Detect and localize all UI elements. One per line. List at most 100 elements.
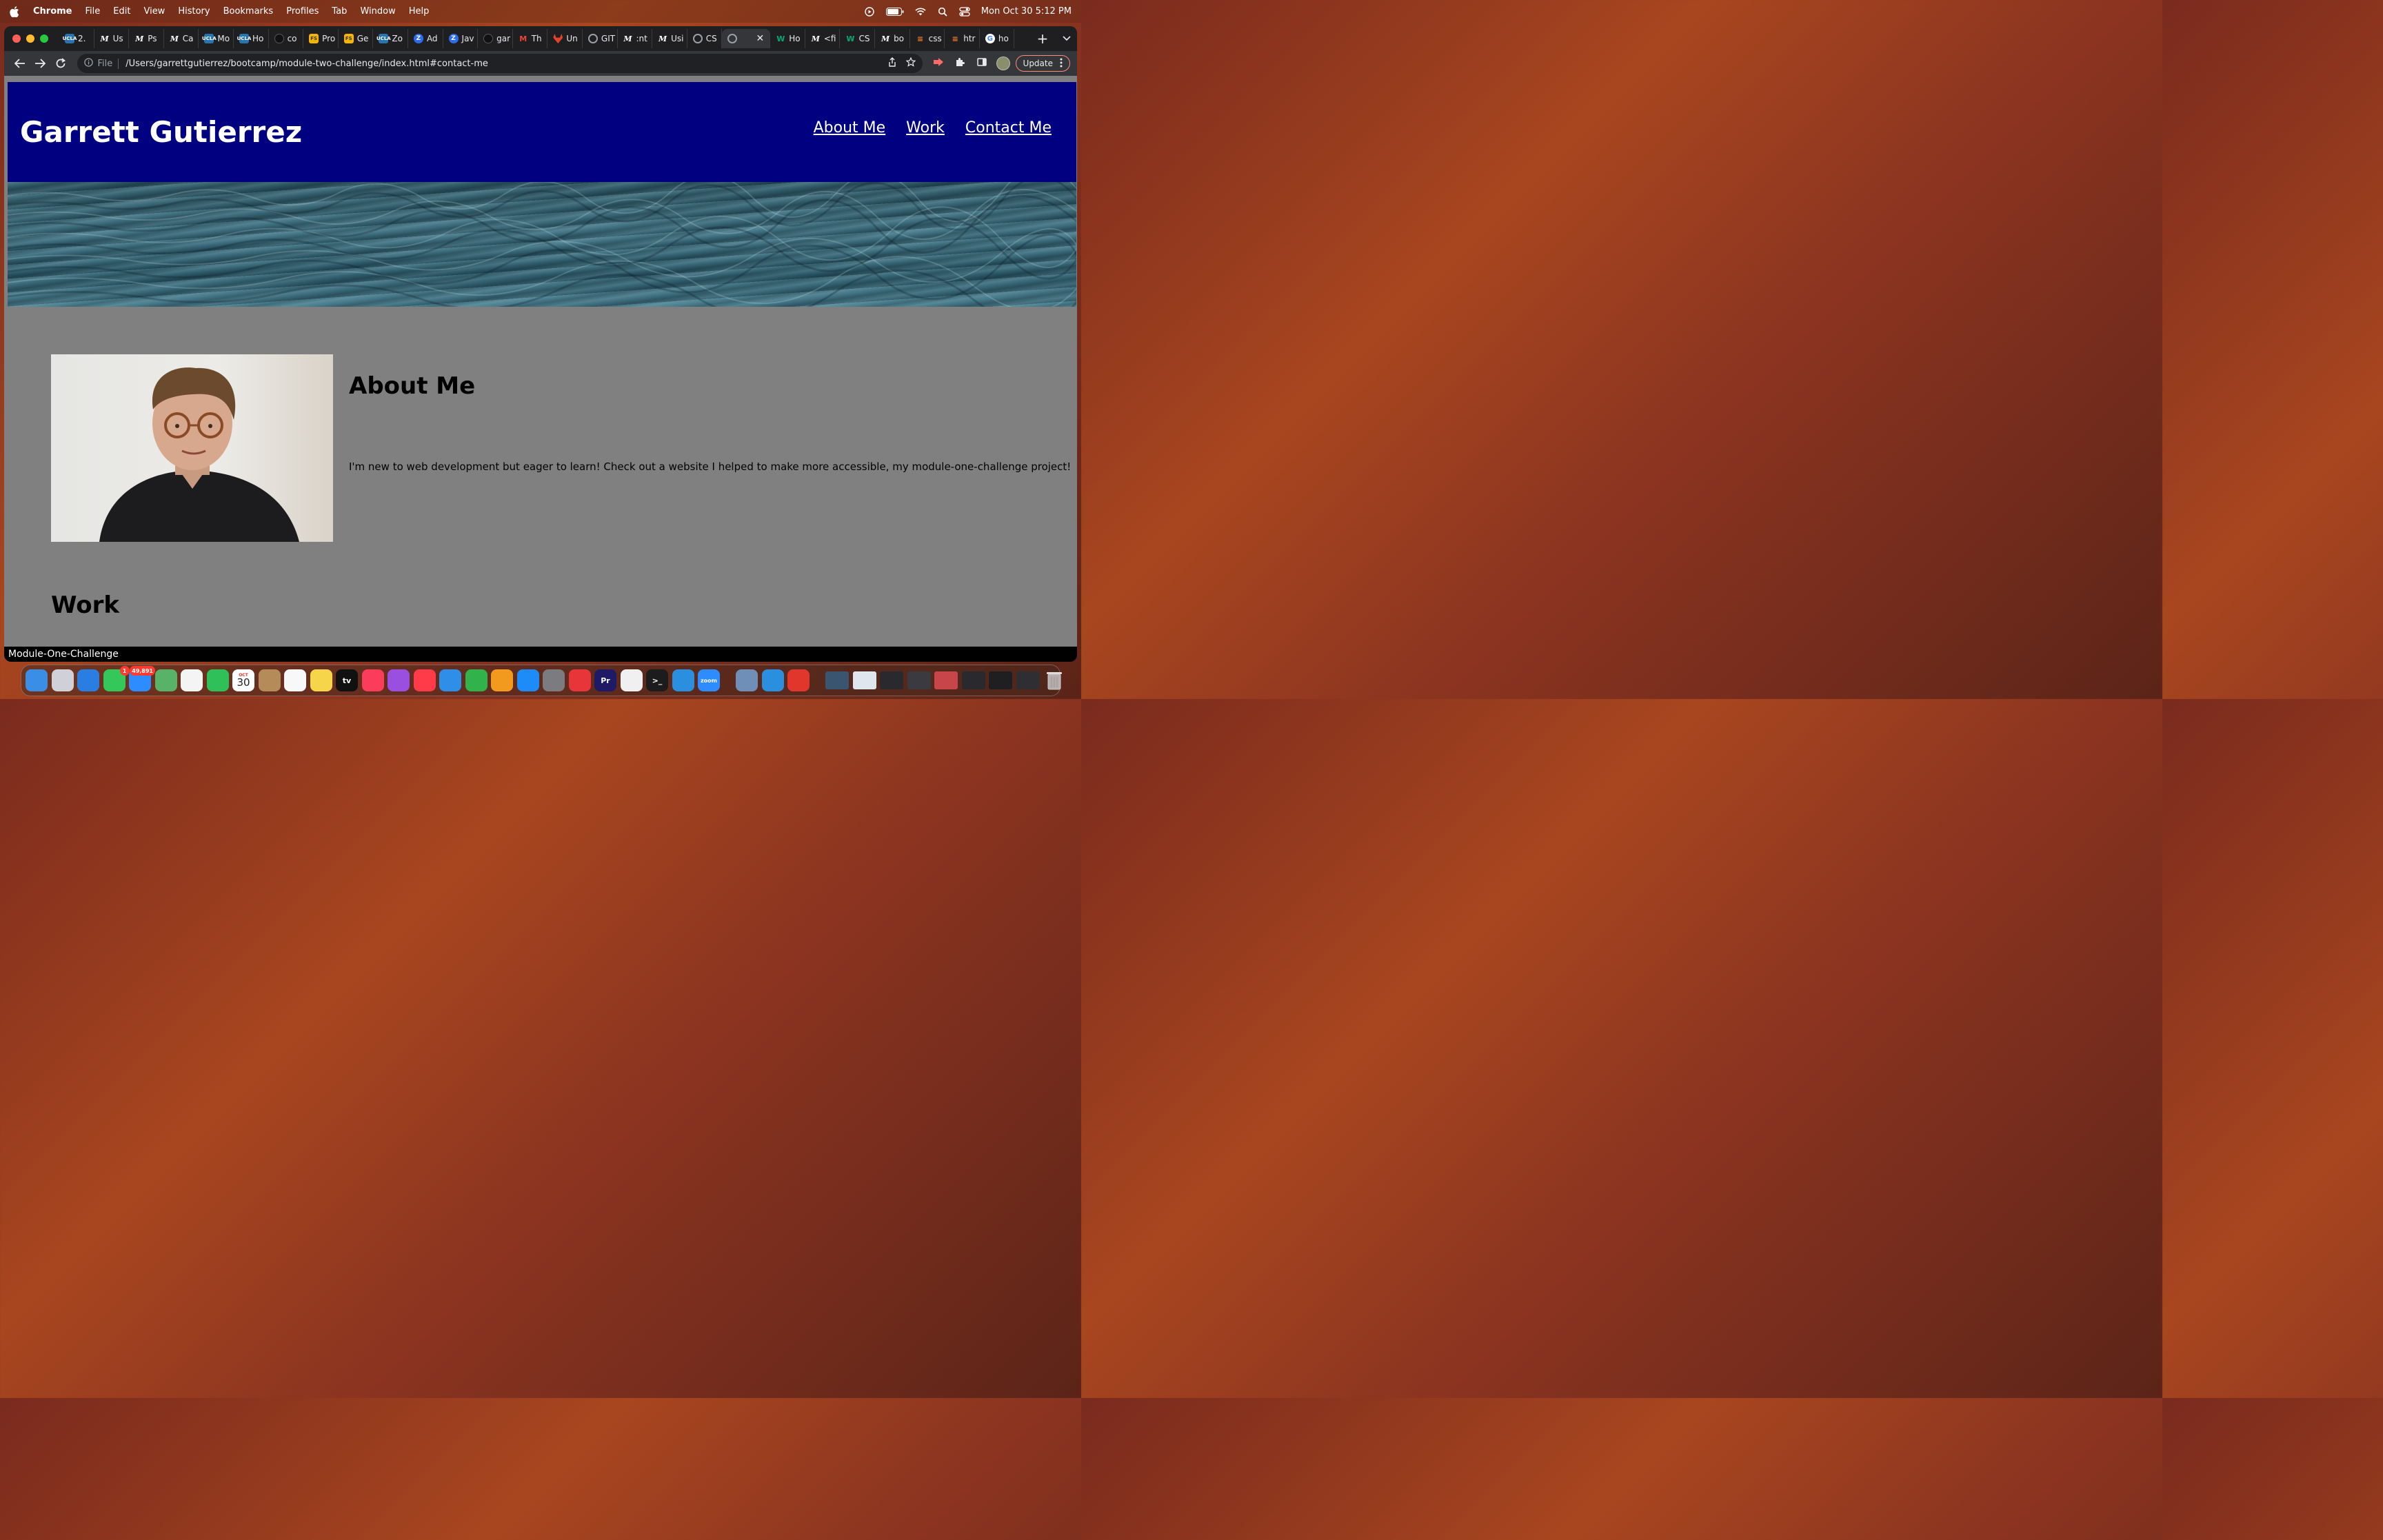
dock-chrome-icon[interactable] (620, 669, 643, 691)
tab[interactable]: M Usi (652, 29, 687, 48)
dock-app-store-icon[interactable] (516, 669, 539, 691)
dock-mail-icon[interactable]: 49,891 (129, 666, 155, 691)
dock-minimized-window-4[interactable] (907, 671, 931, 689)
extension-arrow-icon[interactable] (932, 58, 945, 69)
tab[interactable]: Z Ad (408, 29, 443, 48)
dock-facetime-icon[interactable] (206, 669, 229, 691)
tab-search-chevron-icon[interactable] (1056, 34, 1077, 43)
tab[interactable]: gar (478, 29, 513, 48)
tab[interactable]: UCLA Zo (373, 29, 408, 48)
dock-premiere-pro-icon[interactable]: Pr (594, 669, 616, 691)
minimize-window-button[interactable] (26, 34, 34, 43)
tab[interactable]: ≡ css (910, 29, 945, 48)
bookmark-star-icon[interactable] (905, 57, 916, 70)
dock-numbers-icon[interactable] (465, 669, 487, 691)
dock-zoom-icon[interactable]: zoom (698, 669, 720, 691)
dock-music-icon[interactable] (361, 669, 384, 691)
menu-history[interactable]: History (178, 6, 210, 17)
tab-active[interactable]: ✕ (722, 29, 771, 48)
zoom-window-button[interactable] (40, 34, 48, 43)
address-bar[interactable]: File /Users/garrettgutierrez/bootcamp/mo… (77, 54, 923, 73)
url-text[interactable]: /Users/garrettgutierrez/bootcamp/module-… (125, 59, 878, 69)
dock-preview-icon[interactable] (736, 669, 758, 691)
tab[interactable]: W Ho (770, 29, 805, 48)
dock-keynote-icon[interactable] (439, 669, 461, 691)
tab[interactable]: Un (547, 29, 583, 48)
reload-button[interactable] (52, 54, 69, 72)
share-icon[interactable] (888, 57, 896, 70)
dock-photos-icon[interactable] (181, 669, 203, 691)
menu-file[interactable]: File (86, 6, 101, 17)
new-tab-button[interactable]: + (1029, 30, 1056, 47)
battery-icon[interactable] (885, 6, 904, 17)
dock-news-icon[interactable] (413, 669, 436, 691)
tab[interactable]: W CS (840, 29, 876, 48)
dock-notes-icon[interactable] (310, 669, 332, 691)
menu-edit[interactable]: Edit (113, 6, 130, 17)
dock-vscode-insiders-icon[interactable] (761, 669, 784, 691)
nav-link-work[interactable]: Work (906, 119, 945, 136)
dock-minimized-window-3[interactable] (880, 671, 903, 689)
tab[interactable]: M Us (94, 29, 130, 48)
close-window-button[interactable] (12, 34, 21, 43)
control-center-icon[interactable] (959, 6, 970, 17)
side-panel-icon[interactable] (976, 58, 988, 69)
menu-view[interactable]: View (143, 6, 165, 17)
dock-minimized-window-2[interactable] (852, 671, 876, 689)
dock-finder-icon[interactable] (26, 669, 48, 691)
menu-app-name[interactable]: Chrome (33, 6, 72, 17)
tab[interactable]: UCLA 2. (59, 29, 94, 48)
tab[interactable]: M:nt (618, 29, 653, 48)
dock-safari-icon[interactable] (77, 669, 99, 691)
tab[interactable]: Gho (980, 29, 1015, 48)
dock-podcasts-icon[interactable] (388, 669, 410, 691)
menu-profiles[interactable]: Profiles (286, 6, 319, 17)
menu-bookmarks[interactable]: Bookmarks (223, 6, 274, 17)
dock-minimized-window-8[interactable] (1016, 671, 1040, 689)
dock-vscode-icon[interactable] (672, 669, 694, 691)
dock-minimized-window-7[interactable] (989, 671, 1012, 689)
tab[interactable]: CS (687, 29, 723, 48)
wifi-icon[interactable] (915, 6, 926, 17)
dock-creative-cloud-icon[interactable] (568, 669, 591, 691)
dock-minimized-window-5[interactable] (934, 671, 958, 689)
dock-contacts-icon[interactable] (258, 669, 281, 691)
tab[interactable]: UCLA Ho (234, 29, 269, 48)
dock-minimized-window-6[interactable] (961, 671, 985, 689)
spotlight-icon[interactable] (937, 6, 948, 17)
play-circle-icon[interactable] (864, 6, 875, 17)
more-menu-icon[interactable] (1060, 58, 1063, 70)
forward-button[interactable] (31, 54, 48, 72)
dock-maps-icon[interactable] (154, 669, 177, 691)
menu-tab[interactable]: Tab (332, 6, 347, 17)
tab[interactable]: M Th (513, 29, 548, 48)
tab[interactable]: M <fi (805, 29, 841, 48)
tab[interactable]: M Ca (164, 29, 199, 48)
tab[interactable]: M Ps (129, 29, 164, 48)
extensions-puzzle-icon[interactable] (954, 57, 967, 70)
tab[interactable]: FS Ge (339, 29, 374, 48)
menu-help[interactable]: Help (409, 6, 430, 17)
nav-link-about-me[interactable]: About Me (814, 119, 886, 136)
tab[interactable]: co (269, 29, 304, 48)
site-info-icon[interactable] (84, 57, 94, 70)
dock-pages-icon[interactable] (491, 669, 513, 691)
dock-trash-icon[interactable] (1043, 669, 1065, 691)
tab[interactable]: UCLA Mo (199, 29, 234, 48)
dock-launchpad-icon[interactable] (51, 669, 74, 691)
tab-close-icon[interactable]: ✕ (756, 33, 765, 44)
tab[interactable]: Z Jav (443, 29, 479, 48)
menu-bar-clock[interactable]: Mon Oct 30 5:12 PM (981, 6, 1072, 17)
menu-window[interactable]: Window (360, 6, 395, 17)
dock-messages-icon[interactable]: 1 (103, 666, 130, 691)
update-button[interactable]: Update (1015, 55, 1070, 72)
dock-calendar-icon[interactable]: OCT 30 (232, 669, 254, 691)
profile-avatar[interactable] (996, 57, 1010, 70)
dock-system-settings-icon[interactable] (543, 669, 565, 691)
back-button[interactable] (11, 54, 28, 72)
dock-terminal-icon[interactable]: >_ (646, 669, 668, 691)
nav-link-contact-me[interactable]: Contact Me (965, 119, 1052, 136)
tab[interactable]: ≡ htr (945, 29, 980, 48)
tab[interactable]: Mbo (875, 29, 910, 48)
dock-minimized-window-1[interactable] (825, 671, 849, 689)
